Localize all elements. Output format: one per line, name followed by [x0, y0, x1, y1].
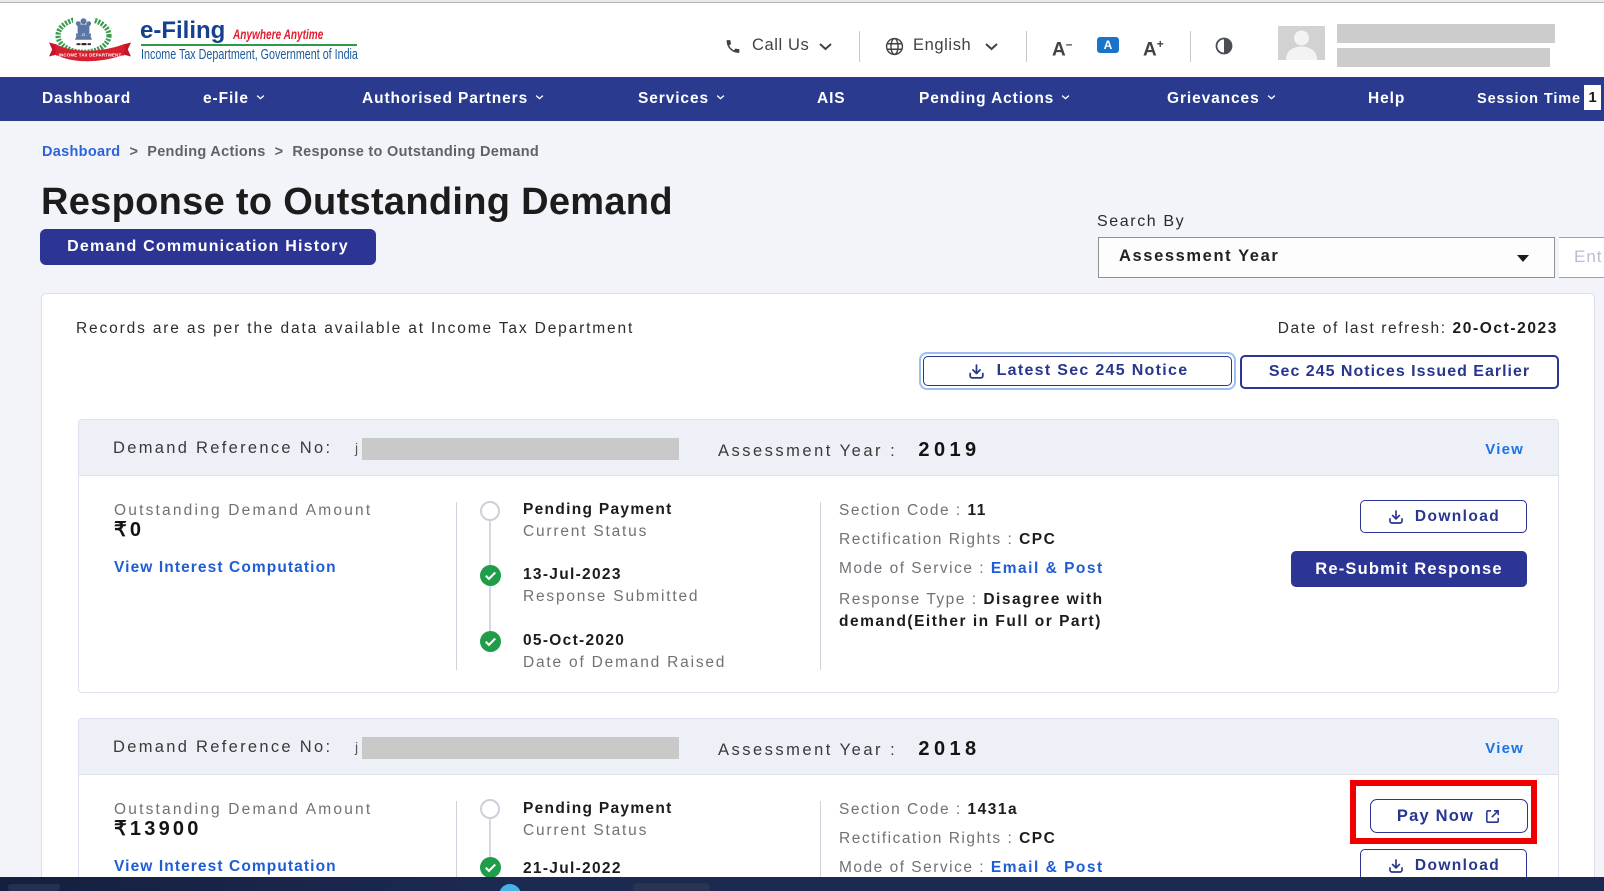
svg-text:INCOME TAX DEPARTMENT: INCOME TAX DEPARTMENT	[59, 52, 122, 57]
